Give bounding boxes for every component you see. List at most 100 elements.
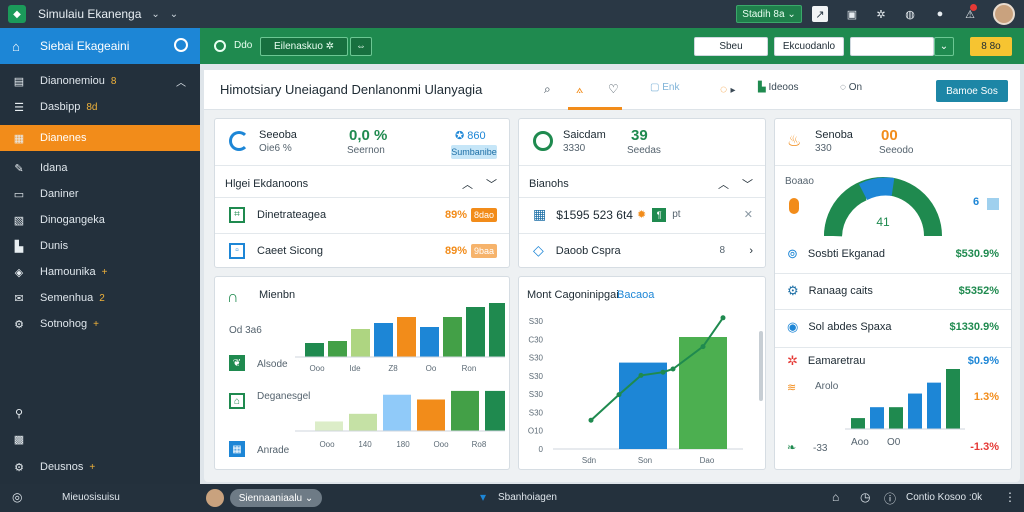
filter-button[interactable]: Eilenaskuo ✲ (260, 37, 348, 56)
bar (927, 382, 941, 429)
bar (374, 323, 393, 357)
stat-row[interactable]: ⚙ Ranaag caits $5352% (775, 273, 1011, 307)
home-icon[interactable]: ⌂ (832, 490, 839, 504)
side-label: Arolo (815, 381, 839, 392)
gift-icon: ⌂ (229, 393, 245, 409)
clock-icon[interactable]: ◷ (860, 490, 870, 504)
bar (383, 394, 411, 431)
chart-icon: ▙ (14, 240, 24, 253)
sidebar-item-mail[interactable]: ✉ Semenhua 2 (0, 285, 200, 311)
info-icon (987, 198, 999, 210)
sidebar-item-list[interactable]: ☰ Dasbipp 8d (0, 94, 200, 120)
chevron-down-icon[interactable]: ⌄ (151, 9, 159, 20)
sidebar-item-folder[interactable]: ▭ Daniner (0, 181, 200, 207)
expand-icon[interactable]: ⇔ (350, 37, 372, 56)
tick-label: Ooo (309, 364, 325, 373)
sidebar-item-active[interactable]: ▦ Dianenes (0, 125, 200, 151)
sidebar-item-label: Dunis (40, 240, 69, 252)
app-logo: ◆ (8, 5, 26, 23)
heart-icon[interactable]: ♡ (608, 82, 619, 96)
settings-icon[interactable]: ✲ (873, 6, 889, 22)
chevron-right-icon[interactable]: › (749, 245, 753, 257)
edit-icon: ✎ (14, 162, 24, 175)
data-point (670, 366, 676, 372)
sidebar-item-tag: 8 (110, 75, 117, 87)
sync-icon[interactable]: ◌ ▸ (720, 82, 736, 96)
x-tick-label: Sdn (582, 456, 596, 465)
sidebar-item-dashboard[interactable]: ▤ Dianonemiou 8 ︿ (0, 68, 200, 94)
workspace-select[interactable]: Stadih 8a ⌄ (736, 5, 802, 23)
document-icon[interactable]: ▣ (844, 6, 860, 22)
cursor-icon[interactable]: ↗ (812, 6, 828, 22)
info-icon[interactable]: ⓘ (884, 490, 896, 507)
status-select[interactable]: Siennaaniaalu ⌄ (230, 489, 322, 507)
help-icon[interactable]: ◍ (902, 6, 918, 22)
x-tick-label: Dao (700, 456, 715, 465)
y-tick-label: S30 (529, 372, 544, 381)
active-tab-indicator (568, 107, 622, 110)
sidebar: ⌂ Siebai Ekageaini ▤ Dianonemiou 8 ︿ ☰ D… (0, 28, 200, 484)
close-icon[interactable]: ✕ (744, 208, 753, 221)
stat-row[interactable]: ◉ Sol abdes Spaxa $1330.9% (775, 309, 1011, 343)
y-tick-label: O10 (528, 427, 544, 436)
tab-1[interactable]: ▢ Enk (650, 82, 679, 93)
chevron-up-icon[interactable]: ︿ (718, 176, 729, 192)
chat-icon[interactable]: ▾ (480, 490, 486, 504)
sidebar-item-shield[interactable]: ◈ Hamounika + (0, 259, 200, 285)
gauge-title: Boaao (785, 176, 814, 187)
list-row-extra: 8 (719, 245, 725, 256)
user-avatar[interactable] (993, 3, 1015, 25)
mini-bar-chart (845, 369, 965, 430)
chevron-down-icon[interactable]: ⌄ (934, 37, 954, 56)
sidebar-item-label: Sotnohog (40, 318, 88, 330)
sidebar-pin[interactable]: ⚲ (0, 400, 200, 426)
export-button[interactable]: Bamoe Sos (936, 80, 1008, 102)
tick-label: Z8 (388, 364, 398, 373)
page-title: Himotsiary Uneiagand Denlanonmi Ulanyagi… (220, 82, 483, 97)
chevron-down-icon[interactable]: ⌄ (170, 9, 178, 20)
calendar-icon: ▦ (13, 132, 25, 145)
scrollbar[interactable] (759, 331, 763, 401)
kpi-card-2: Saicdam 3330 39 Seedas Bianohs ︿ ﹀ ▦ $15… (518, 118, 766, 268)
toolbar-dropdown[interactable] (850, 37, 934, 56)
list-row[interactable]: ▦ $1595 523 6t4 ✹ ¶ pt ✕ (519, 197, 765, 231)
box-icon: ▫ (229, 242, 245, 259)
tick-label: 180 (396, 440, 410, 449)
chevron-up-icon[interactable]: ︿ (462, 176, 473, 192)
sidebar-item-label: Daniner (40, 188, 79, 200)
kpi-card-3: ♨ Senoba 330 00 Seeodo Boaao 41 6 ⊚ Sosb… (774, 118, 1012, 470)
tab-3[interactable]: ◌ On (840, 82, 862, 93)
toolbar-button-4[interactable]: 8 8o (970, 37, 1012, 56)
sidebar-header[interactable]: ⌂ Siebai Ekageaini (0, 28, 200, 64)
sidebar-gift[interactable]: ▩ (0, 426, 200, 452)
y-tick-label: C30 (528, 335, 543, 344)
toolbar-button-2[interactable]: Ekcuodanlo (774, 37, 844, 56)
sidebar-item-layers[interactable]: ▧ Dinogangeka (0, 207, 200, 233)
list-row-pill: 8dao (471, 207, 497, 222)
more-icon[interactable]: ⋮ (1004, 490, 1016, 504)
chevron-down-icon[interactable]: ﹀ (742, 176, 753, 192)
toolbar-button-1[interactable]: Sbeu (694, 37, 768, 56)
sidebar-item-label: Dianenes (40, 132, 87, 144)
sidebar-item-edit[interactable]: ✎ Idana (0, 155, 200, 181)
sidebar-item-settings[interactable]: ⚙ Sotnohog + (0, 311, 200, 337)
list-row[interactable]: ◇ Daoob Cspra 8 › (519, 233, 765, 267)
list-row[interactable]: ▫ Caeet Sicong 89% 9baa (215, 233, 509, 267)
chevron-up-icon[interactable]: ︿ (176, 74, 186, 89)
list-row[interactable]: ⌗ Dinetrateagea 89% 8dao (215, 197, 509, 231)
search-icon[interactable]: ⌕ (544, 82, 551, 97)
avatar[interactable] (206, 489, 224, 507)
sidebar-item-label: Dasbipp (40, 101, 81, 113)
search-icon[interactable]: ◎ (12, 490, 22, 504)
sidebar-item-chart[interactable]: ▙ Dunis (0, 233, 200, 259)
chart-tab-icon[interactable]: ⟑ (576, 82, 583, 97)
search-icon[interactable] (174, 38, 188, 52)
stat-row[interactable]: ⊚ Sosbti Ekganad $530.9% (775, 237, 1011, 271)
tab-2[interactable]: ▙ Ideoos (758, 82, 799, 93)
sidebar-title: Siebai Ekageaini (40, 39, 130, 53)
sidebar-item-preferences[interactable]: ⚙ Deusnos + (0, 454, 200, 480)
refresh-icon[interactable] (214, 40, 226, 52)
y-tick-label: S30 (529, 317, 544, 326)
chevron-down-icon[interactable]: ﹀ (486, 176, 497, 192)
notification-icon[interactable]: ● (932, 6, 948, 22)
